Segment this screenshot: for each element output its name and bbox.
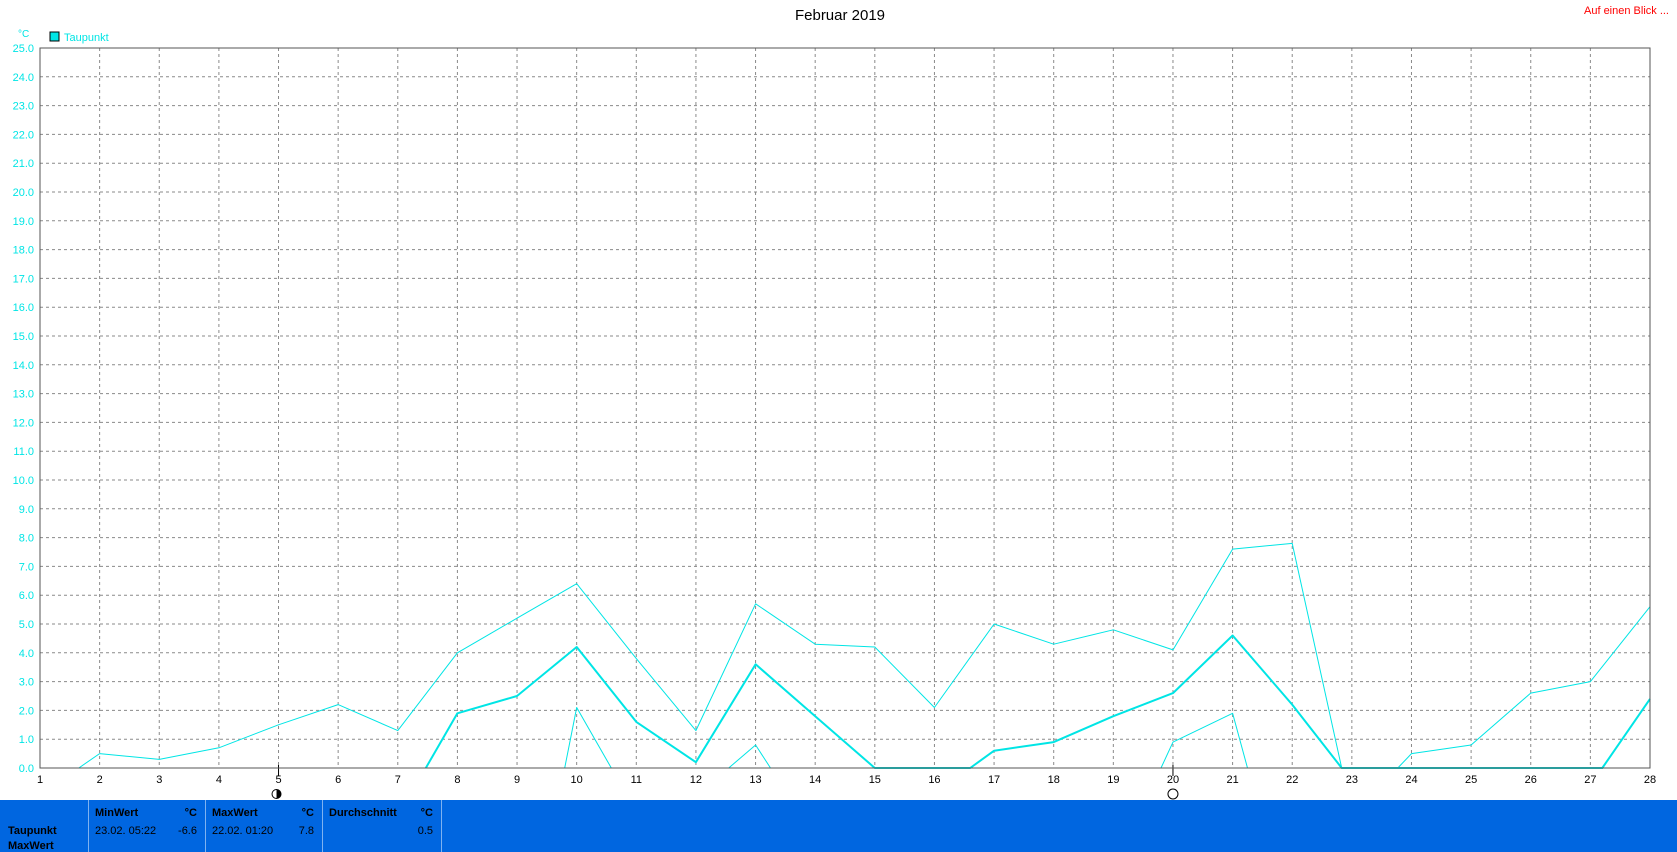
y-tick-label: 2.0 <box>19 705 34 717</box>
series-line-min <box>564 707 612 769</box>
x-tick-label: 28 <box>1644 774 1656 786</box>
stats-row-label-taupunkt: Taupunkt <box>8 825 57 837</box>
x-tick-label: 6 <box>335 774 341 786</box>
stats-min-value: -6.6 <box>178 825 197 837</box>
y-tick-label: 21.0 <box>13 158 34 170</box>
x-tick-label: 16 <box>928 774 940 786</box>
x-tick-label: 2 <box>97 774 103 786</box>
stats-max-time: 22.02. 01:20 <box>212 825 274 837</box>
stats-avg-header: Durchschnitt <box>329 807 397 819</box>
stats-panel-divider <box>441 800 442 852</box>
y-tick-label: 7.0 <box>19 561 34 573</box>
x-tick-label: 21 <box>1226 774 1238 786</box>
x-tick-label: 18 <box>1048 774 1060 786</box>
stats-min-time: 23.02. 05:22 <box>95 825 157 837</box>
x-tick-label: 4 <box>216 774 222 786</box>
x-tick-label: 14 <box>809 774 821 786</box>
series-line-max <box>78 542 1651 769</box>
chart-canvas: Februar 2019 °C Taupunkt 0.0 1.0 2.0 3.0 4.0… <box>13 7 1656 800</box>
chart-title: Februar 2019 <box>795 7 885 24</box>
y-tick-label: 3.0 <box>19 677 34 689</box>
x-tick-label: 23 <box>1346 774 1358 786</box>
y-tick-label: 11.0 <box>13 446 34 458</box>
y-tick-label: 8.0 <box>19 533 34 545</box>
y-tick-label: 19.0 <box>13 216 34 228</box>
x-tick-label: 24 <box>1405 774 1417 786</box>
y-axis-ticks: 0.0 1.0 2.0 3.0 4.0 5.0 6.0 7.0 8.0 9.0 10.0 11.0 12… <box>13 43 34 775</box>
y-tick-label: 5.0 <box>19 619 34 631</box>
y-tick-label: 25.0 <box>13 43 34 55</box>
y-tick-label: 16.0 <box>13 302 34 314</box>
x-tick-label: 25 <box>1465 774 1477 786</box>
stats-max-unit: °C <box>301 807 314 819</box>
x-tick-label: 9 <box>514 774 520 786</box>
x-tick-label: 13 <box>749 774 761 786</box>
y-tick-label: 23.0 <box>13 101 34 113</box>
y-tick-label: 13.0 <box>13 389 34 401</box>
x-tick-label: 10 <box>571 774 583 786</box>
y-tick-label: 1.0 <box>19 734 34 746</box>
grid <box>40 48 1650 768</box>
x-tick-label: 26 <box>1525 774 1537 786</box>
y-tick-label: 12.0 <box>13 417 34 429</box>
x-tick-label: 11 <box>631 774 642 786</box>
x-tick-label: 8 <box>454 774 460 786</box>
stats-max-value: 7.8 <box>298 825 314 837</box>
series-line-min <box>1160 712 1248 769</box>
series-lines <box>78 542 1651 769</box>
legend-label: Taupunkt <box>64 32 109 44</box>
x-tick-label: 17 <box>988 774 1000 786</box>
plot-frame <box>39 47 1651 769</box>
stats-max-cell: MaxWert °C 22.02. 01:20 7.8 <box>205 800 322 852</box>
stats-min-header: MinWert <box>95 807 139 819</box>
x-axis-ticks: 1 2 3 4 5 6 7 8 9 10 11 12 13 14 15 16 17 18 19 20 21 22 23 24 2… <box>37 774 1656 786</box>
stats-avg-value: 0.5 <box>417 825 433 837</box>
series-line-min <box>728 744 771 769</box>
y-tick-label: 24.0 <box>13 72 34 84</box>
stats-row-label-maxwert: MaxWert <box>8 840 54 852</box>
y-tick-label: 18.0 <box>13 245 34 257</box>
stats-min-unit: °C <box>184 807 197 819</box>
y-axis-unit: °C <box>18 29 29 40</box>
stats-max-header: MaxWert <box>212 807 258 819</box>
x-tick-label: 19 <box>1107 774 1119 786</box>
series-line-mean <box>424 634 1651 769</box>
stats-panel: Taupunkt MaxWert MinWert °C 23.02. 05:22… <box>0 800 1677 852</box>
y-tick-label: 22.0 <box>13 129 34 141</box>
x-tick-label: 27 <box>1584 774 1596 786</box>
at-a-glance-link[interactable]: Auf einen Blick ... <box>1584 5 1669 17</box>
x-tick-label: 22 <box>1286 774 1298 786</box>
moon-phase-markers <box>271 765 1179 800</box>
x-tick-label: 12 <box>690 774 702 786</box>
y-tick-label: 6.0 <box>19 590 34 602</box>
x-tick-label: 7 <box>395 774 401 786</box>
stats-min-cell: MinWert °C 23.02. 05:22 -6.6 <box>88 800 205 852</box>
full-moon-icon <box>1167 788 1179 800</box>
x-tick-label: 15 <box>869 774 881 786</box>
x-tick-label: 3 <box>156 774 162 786</box>
stats-avg-unit: °C <box>420 807 433 819</box>
y-tick-label: 15.0 <box>13 331 34 343</box>
stats-avg-cell: Durchschnitt °C 0.5 <box>322 800 441 852</box>
y-tick-label: 9.0 <box>19 504 34 516</box>
y-tick-label: 20.0 <box>13 187 34 199</box>
x-tick-label: 1 <box>37 774 43 786</box>
y-tick-label: 17.0 <box>13 273 34 285</box>
y-tick-label: 14.0 <box>13 360 34 372</box>
legend-swatch <box>49 31 60 42</box>
y-tick-label: 10.0 <box>13 475 34 487</box>
y-tick-label: 4.0 <box>19 648 34 660</box>
y-tick-label: 0.0 <box>19 763 34 775</box>
